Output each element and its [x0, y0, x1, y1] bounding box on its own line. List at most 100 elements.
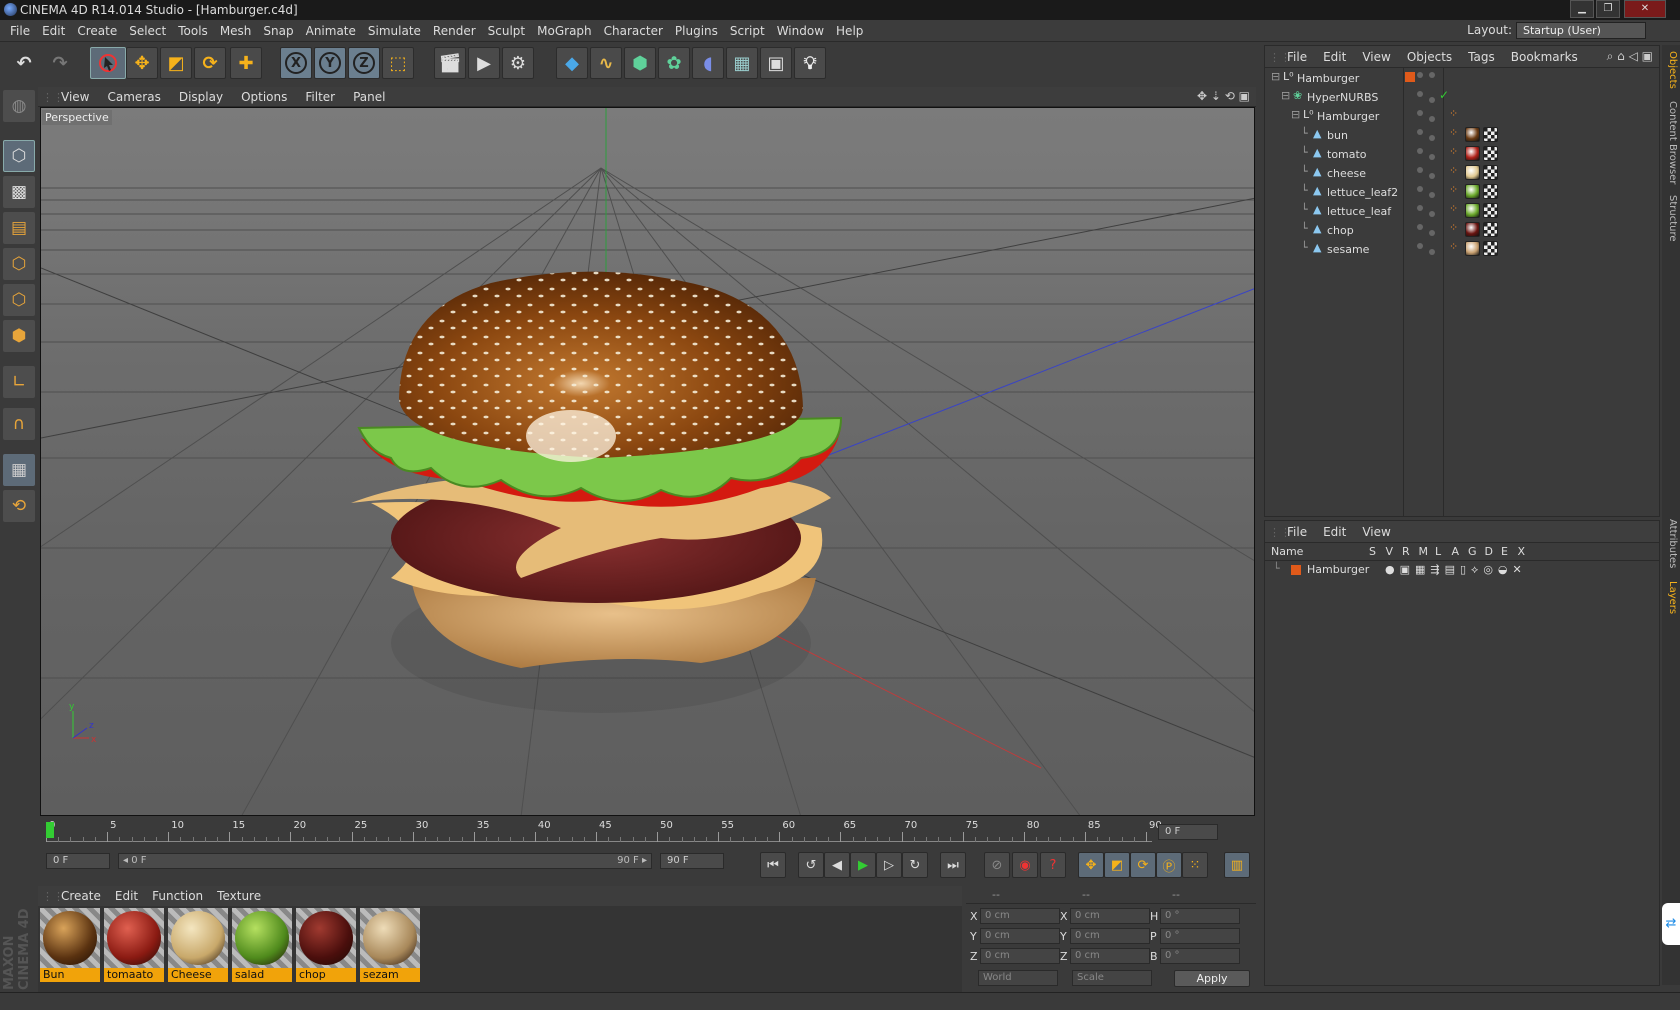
add-nurbs-button[interactable]: ⬢ [624, 47, 656, 79]
timeline-window-button[interactable]: ▥ [1224, 852, 1250, 878]
menu-script[interactable]: Script [724, 20, 771, 42]
go-to-start-button[interactable]: ⏮ [760, 852, 786, 878]
coord-field[interactable]: 0 cm [1070, 908, 1150, 924]
tab-attributes[interactable]: Attributes [1664, 519, 1678, 568]
redo-button[interactable]: ↷ [44, 47, 76, 79]
object-row[interactable]: └ ▲ lettuce_leaf ⁘ [1265, 201, 1659, 221]
editor-visibility-dot[interactable] [1417, 129, 1423, 135]
coord-field[interactable]: 0 ° [1160, 908, 1240, 924]
3d-viewport[interactable]: y x z [40, 107, 1255, 816]
key-position-button[interactable]: ✥ [1078, 852, 1104, 878]
edges-mode-button[interactable]: ⬡ [3, 284, 35, 316]
coord-field[interactable]: 0 cm [980, 928, 1060, 944]
minimize-button[interactable]: ▁ [1570, 0, 1594, 18]
viewport-nav-icons[interactable]: ✥ ⇣ ⟲ ▣ [1197, 89, 1250, 103]
previous-key-button[interactable]: ↺ [798, 852, 824, 878]
next-frame-button[interactable]: ▷ [876, 852, 902, 878]
go-to-end-button[interactable]: ⏭ [940, 852, 966, 878]
object-name[interactable]: bun [1327, 129, 1348, 142]
coord-field[interactable]: 0 cm [1070, 948, 1150, 964]
menu-animate[interactable]: Animate [300, 20, 362, 42]
layer-color-swatch[interactable] [1291, 565, 1301, 575]
uvw-tag-icon[interactable] [1483, 146, 1498, 161]
editor-visibility-dot[interactable] [1417, 110, 1423, 116]
uvw-tag-icon[interactable] [1483, 165, 1498, 180]
menu-create[interactable]: Create [71, 20, 123, 42]
material-salad[interactable]: salad [232, 908, 292, 982]
add-array-button[interactable]: ✿ [658, 47, 690, 79]
material-menu-edit[interactable]: Edit [108, 886, 145, 906]
object-row[interactable]: ⊟ ❀ HyperNURBS ✓ [1265, 87, 1659, 107]
next-key-button[interactable]: ↻ [902, 852, 928, 878]
menu-sculpt[interactable]: Sculpt [482, 20, 531, 42]
object-row[interactable]: └ ▲ tomato ⁘ [1265, 144, 1659, 164]
objects-menu-objects[interactable]: Objects [1399, 46, 1460, 68]
layer-name[interactable]: Hamburger [1307, 563, 1369, 576]
record-keys-button[interactable]: ⊘ [984, 852, 1010, 878]
object-layer-swatch[interactable] [1405, 72, 1415, 82]
object-name[interactable]: HyperNURBS [1307, 91, 1378, 104]
material-cheese[interactable]: Cheese [168, 908, 228, 982]
workplane-mode-button[interactable]: ▤ [3, 212, 35, 244]
make-editable-button[interactable]: ◍ [3, 90, 35, 122]
render-view-button[interactable]: 🎬︎ [434, 47, 466, 79]
y-axis-lock-button[interactable]: Y [314, 47, 346, 79]
uvw-tag-icon[interactable] [1483, 127, 1498, 142]
phong-tag-icon[interactable]: ⁘ [1449, 240, 1458, 253]
viewport-menu-panel[interactable]: Panel [344, 87, 394, 107]
menu-help[interactable]: Help [830, 20, 869, 42]
layout-dropdown[interactable]: Startup (User) [1516, 22, 1646, 39]
object-row[interactable]: ⊟ L⁰ Hamburger ⁘ [1265, 106, 1659, 126]
menu-edit[interactable]: Edit [36, 20, 71, 42]
objects-menu-bookmarks[interactable]: Bookmarks [1503, 46, 1586, 68]
object-name[interactable]: chop [1327, 224, 1354, 237]
menu-simulate[interactable]: Simulate [362, 20, 427, 42]
add-camera-button[interactable]: ▣ [760, 47, 792, 79]
add-floor-button[interactable]: ▦ [726, 47, 758, 79]
object-row[interactable]: └ ▲ sesame ⁘ [1265, 239, 1659, 259]
render-visibility-dot[interactable] [1429, 116, 1435, 122]
add-tool-button[interactable]: ✚ [230, 47, 262, 79]
scale-dropdown[interactable]: Scale [1072, 970, 1152, 986]
object-name[interactable]: cheese [1327, 167, 1366, 180]
layer-row[interactable]: └ Hamburger ●▣▦⇶▤▯⟡◎◒✕ [1265, 561, 1659, 579]
undo-button[interactable]: ↶ [8, 47, 40, 79]
scale-tool-button[interactable]: ◩ [160, 47, 192, 79]
uvw-tag-icon[interactable] [1483, 184, 1498, 199]
layer-flag-icons[interactable]: ●▣▦⇶▤▯⟡◎◒✕ [1385, 563, 1527, 577]
phong-tag-icon[interactable]: ⁘ [1449, 202, 1458, 215]
material-sezam[interactable]: sezam [360, 908, 420, 982]
workplane-lock-button[interactable]: ▦ [3, 454, 35, 486]
tab-objects[interactable]: Objects [1664, 51, 1678, 89]
object-row[interactable]: └ ▲ bun ⁘ [1265, 125, 1659, 145]
layer-col-s[interactable]: S [1369, 545, 1376, 558]
axis-mode-button[interactable]: ∟ [3, 366, 35, 398]
phong-tag-icon[interactable]: ⁘ [1449, 145, 1458, 158]
render-visibility-dot[interactable] [1429, 135, 1435, 141]
phong-tag-icon[interactable]: ⁘ [1449, 107, 1458, 120]
object-name[interactable]: Hamburger [1297, 72, 1359, 85]
render-settings-button[interactable]: ⚙ [502, 47, 534, 79]
texture-mode-button[interactable]: ▩ [3, 176, 35, 208]
render-visibility-dot[interactable] [1429, 249, 1435, 255]
coord-field[interactable]: 0 ° [1160, 928, 1240, 944]
key-rotation-button[interactable]: ⟳ [1130, 852, 1156, 878]
select-tool-button[interactable] [90, 47, 126, 79]
object-name[interactable]: tomato [1327, 148, 1367, 161]
tab-structure[interactable]: Structure [1664, 195, 1678, 242]
material-tag-icon[interactable] [1465, 241, 1480, 256]
layers-menu-view[interactable]: View [1354, 521, 1398, 543]
move-tool-button[interactable]: ✥ [126, 47, 158, 79]
material-bun[interactable]: Bun [40, 908, 100, 982]
points-mode-button[interactable]: ⬡ [3, 248, 35, 280]
close-button[interactable]: ✕ [1624, 0, 1666, 18]
model-mode-button[interactable]: ⬡ [3, 140, 35, 172]
layers-menu-edit[interactable]: Edit [1315, 521, 1354, 543]
render-visibility-dot[interactable] [1429, 192, 1435, 198]
render-visibility-dot[interactable] [1429, 72, 1435, 78]
key-pla-button[interactable]: ⁙ [1182, 852, 1208, 878]
material-menu-function[interactable]: Function [145, 886, 210, 906]
render-visibility-dot[interactable] [1429, 154, 1435, 160]
world-dropdown[interactable]: World [978, 970, 1058, 986]
material-tag-icon[interactable] [1465, 146, 1480, 161]
